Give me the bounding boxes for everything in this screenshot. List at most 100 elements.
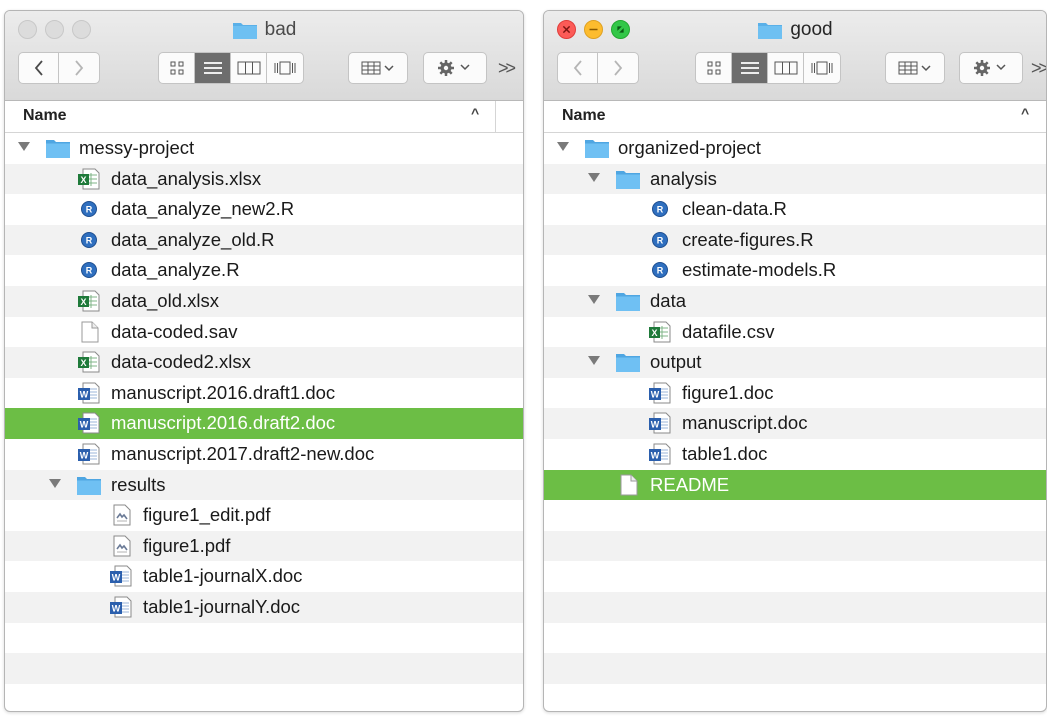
column-view-button[interactable] (768, 53, 804, 83)
finder-window-good[interactable]: good >> Name ^ organized-project analysi… (543, 10, 1047, 712)
disclosure-triangle-icon[interactable] (17, 139, 31, 153)
file-name: figure1.doc (682, 381, 774, 403)
name-column-label: Name (562, 107, 606, 124)
icon-view-button[interactable] (696, 53, 732, 83)
disclosure-triangle-icon[interactable] (587, 170, 601, 184)
file-name: results (111, 473, 166, 495)
forward-button[interactable] (59, 53, 99, 83)
file-list-row[interactable]: Wtable1.doc (544, 439, 1046, 470)
disclosure-triangle-icon[interactable] (48, 476, 62, 490)
list-view-button[interactable] (732, 53, 768, 83)
disclosure-triangle-icon[interactable] (587, 292, 601, 306)
word-file-icon: W (78, 443, 100, 465)
word-file-icon: W (110, 565, 132, 587)
file-list-row[interactable]: Wtable1-journalX.doc (5, 561, 523, 592)
file-name: data_analyze.R (111, 259, 240, 281)
file-list-row[interactable]: Rcreate-figures.R (544, 224, 1046, 256)
file-list-row[interactable]: Rdata_analyze.R (5, 255, 523, 286)
file-name: table1-journalY.doc (143, 595, 301, 617)
file-list-row[interactable]: README (544, 469, 1046, 501)
column-header[interactable]: Name ^ (544, 101, 1046, 133)
file-list-row[interactable]: figure1_edit.pdf (5, 500, 523, 531)
arrange-icon (898, 61, 931, 75)
disclosure-triangle-icon[interactable] (556, 139, 570, 153)
file-name: manuscript.doc (682, 412, 808, 434)
r-script-icon: R (81, 262, 97, 279)
file-list-row[interactable]: analysis (544, 163, 1046, 195)
folder-icon (585, 140, 609, 158)
file-list-row[interactable]: messy-project (5, 133, 523, 164)
file-list-row[interactable]: Wmanuscript.2017.draft2-new.doc (5, 439, 523, 470)
file-list-row[interactable]: Restimate-models.R (544, 255, 1046, 286)
file-list-row[interactable]: data (544, 285, 1046, 317)
file-list-row[interactable]: Rdata_analyze_new2.R (5, 194, 523, 225)
folder-icon (232, 23, 257, 39)
window-title: good (544, 19, 1046, 41)
finder-window-bad[interactable]: bad >> Name ^ messy-project X data_analy… (4, 10, 524, 712)
word-file-icon: W (649, 443, 671, 465)
file-list-row[interactable]: Wmanuscript.2016.draft1.doc (5, 378, 523, 409)
action-button[interactable] (423, 52, 487, 84)
file-name: create-figures.R (682, 228, 814, 250)
folder-icon (46, 140, 70, 158)
cover-flow-icon (274, 61, 296, 75)
icon-view-button[interactable] (159, 53, 195, 83)
svg-text:X: X (80, 358, 86, 368)
svg-text:W: W (112, 573, 121, 583)
title-bar[interactable]: bad >> (5, 11, 523, 101)
back-button[interactable] (558, 53, 598, 83)
r-script-icon: R (652, 201, 668, 218)
view-mode-segmented-control (695, 52, 841, 84)
list-view-button[interactable] (195, 53, 231, 83)
file-list: organized-project analysis Rclean-data.R Rc… (544, 133, 1046, 711)
action-button[interactable] (959, 52, 1023, 84)
chevron-right-icon (614, 60, 623, 76)
svg-text:X: X (80, 297, 86, 307)
cover-flow-button[interactable] (804, 53, 840, 83)
empty-list-row (544, 561, 1046, 592)
column-view-button[interactable] (231, 53, 267, 83)
file-list-row[interactable]: data-coded.sav (5, 317, 523, 348)
file-list-row[interactable]: Rdata_analyze_old.R (5, 224, 523, 256)
word-file-icon: W (649, 412, 671, 434)
column-divider[interactable] (495, 101, 496, 132)
cover-flow-button[interactable] (267, 53, 303, 83)
file-list-row[interactable]: Wmanuscript.doc (544, 408, 1046, 439)
file-list-row[interactable]: Xdatafile.csv (544, 317, 1046, 348)
disclosure-triangle-icon[interactable] (587, 353, 601, 367)
svg-text:R: R (86, 204, 93, 214)
file-list-row[interactable]: Xdata_old.xlsx (5, 285, 523, 317)
file-name: data-coded.sav (111, 320, 238, 342)
sort-ascending-icon: ^ (1021, 105, 1030, 121)
list-icon (740, 62, 759, 74)
chevron-left-icon (573, 60, 582, 76)
svg-text:R: R (86, 266, 93, 276)
toolbar-overflow-button[interactable]: >> (1031, 58, 1046, 79)
file-list-row[interactable]: output (544, 347, 1046, 378)
file-list-row[interactable]: Rclean-data.R (544, 194, 1046, 225)
svg-text:R: R (657, 204, 664, 214)
file-list-row[interactable]: Wfigure1.doc (544, 378, 1046, 409)
forward-button[interactable] (598, 53, 638, 83)
empty-list-row (5, 684, 523, 711)
back-button[interactable] (19, 53, 59, 83)
empty-list-row (544, 653, 1046, 684)
arrange-button[interactable] (885, 52, 945, 84)
file-name: table1-journalX.doc (143, 565, 303, 587)
file-name: datafile.csv (682, 320, 775, 342)
file-list-row[interactable]: Xdata_analysis.xlsx (5, 163, 523, 195)
file-list-row[interactable]: Wmanuscript.2016.draft2.doc (5, 408, 523, 439)
column-header[interactable]: Name ^ (5, 101, 523, 133)
svg-text:W: W (80, 389, 89, 399)
title-bar[interactable]: good >> (544, 11, 1046, 101)
file-list-row[interactable]: organized-project (544, 133, 1046, 164)
word-file-icon: W (110, 596, 132, 618)
file-list-row[interactable]: figure1.pdf (5, 530, 523, 562)
file-list-row[interactable]: Xdata-coded2.xlsx (5, 347, 523, 378)
arrange-button[interactable] (348, 52, 408, 84)
toolbar-overflow-button[interactable]: >> (498, 58, 516, 79)
toolbar: >> (557, 52, 1046, 86)
file-list-row[interactable]: Wtable1-journalY.doc (5, 591, 523, 623)
svg-text:R: R (86, 235, 93, 245)
file-list-row[interactable]: results (5, 469, 523, 501)
